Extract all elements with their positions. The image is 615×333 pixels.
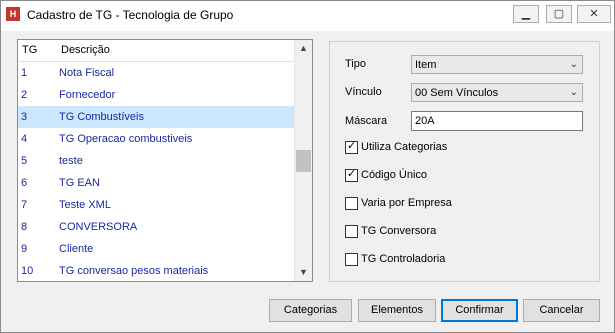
list-row[interactable]: 8 CONVERSORA — [18, 216, 296, 238]
close-button[interactable]: ✕ — [577, 5, 611, 23]
list-row[interactable]: 4 TG Operacao combustiveis — [18, 128, 296, 150]
row-descricao: teste — [59, 155, 83, 167]
list-row[interactable]: 9 Cliente — [18, 238, 296, 260]
list-row[interactable]: 1 Nota Fiscal — [18, 62, 296, 84]
row-tg: 7 — [21, 199, 28, 211]
checkbox-box[interactable]: ✓ — [345, 168, 358, 182]
row-descricao: CONVERSORA — [59, 221, 138, 233]
row-tg: 2 — [21, 89, 28, 101]
column-header-tg[interactable]: TG — [22, 44, 37, 56]
tipo-label: Tipo — [345, 58, 366, 70]
chevron-down-icon[interactable]: ⌄ — [570, 87, 578, 98]
tipo-value: Item — [415, 59, 437, 71]
column-header-descricao[interactable]: Descrição — [61, 44, 110, 56]
checkbox-box[interactable] — [345, 225, 358, 238]
chevron-down-icon[interactable]: ⌄ — [570, 59, 578, 70]
row-tg: 3 — [21, 111, 28, 123]
row-descricao: Nota Fiscal — [59, 67, 115, 79]
checkbox-label: TG Controladoria — [361, 253, 446, 265]
checkbox-box[interactable]: ✓ — [345, 140, 358, 154]
vinculo-select[interactable]: 00 Sem Vínculos ⌄ — [411, 83, 583, 102]
list-row[interactable]: 7 Teste XML — [18, 194, 296, 216]
row-descricao: TG conversao pesos materiais — [59, 265, 209, 277]
row-descricao: TG EAN — [59, 177, 100, 189]
checkbox-label: Código Único — [361, 169, 428, 181]
list-row[interactable]: 10 TG conversao pesos materiais — [18, 260, 296, 281]
row-descricao: TG Combustíveis — [59, 111, 144, 123]
mascara-input[interactable]: 20A — [411, 111, 583, 131]
categorias-button[interactable]: Categorias — [269, 299, 352, 322]
row-descricao: Teste XML — [59, 199, 111, 211]
checkbox-box[interactable] — [345, 253, 358, 266]
list-row[interactable]: 6 TG EAN — [18, 172, 296, 194]
check-icon: ✓ — [347, 140, 357, 152]
checkbox-label: Varia por Empresa — [361, 197, 452, 209]
row-tg: 5 — [21, 155, 28, 167]
vinculo-value: 00 Sem Vínculos — [415, 87, 499, 99]
window-title: Cadastro de TG - Tecnologia de Grupo — [27, 8, 234, 22]
minimize-button[interactable]: ▁ — [513, 5, 539, 23]
checkbox-label: TG Conversora — [361, 225, 437, 237]
app-logo-icon: H — [6, 7, 20, 21]
checkbox-box[interactable] — [345, 197, 358, 210]
scroll-up-icon[interactable]: ▲ — [295, 40, 312, 57]
row-descricao: TG Operacao combustiveis — [59, 133, 193, 145]
checkbox-label: Utiliza Categorias — [361, 141, 448, 153]
list-scrollbar[interactable]: ▲ ▼ — [294, 40, 312, 281]
cancelar-button[interactable]: Cancelar — [523, 299, 600, 322]
row-descricao: Fornecedor — [59, 89, 116, 101]
vinculo-label: Vínculo — [345, 86, 382, 98]
mascara-label: Máscara — [345, 115, 388, 127]
list-row[interactable]: 5 teste — [18, 150, 296, 172]
mascara-value: 20A — [415, 115, 435, 127]
list-rows: 1 Nota Fiscal 2 Fornecedor 3 TG Combustívei… — [18, 62, 296, 281]
list-header: TG Descrição — [18, 40, 296, 62]
row-tg: 4 — [21, 133, 28, 145]
tg-list[interactable]: TG Descrição 1 Nota Fiscal 2 Fornecedor 3 T… — [17, 39, 313, 282]
elementos-button[interactable]: Elementos — [358, 299, 436, 322]
row-tg: 1 — [21, 67, 28, 79]
list-row[interactable]: 3 TG Combustíveis — [18, 106, 296, 128]
dialog-window: H Cadastro de TG - Tecnologia de Grupo ▁… — [0, 0, 615, 333]
properties-panel — [329, 41, 600, 282]
row-tg: 6 — [21, 177, 28, 189]
scroll-thumb[interactable] — [296, 150, 311, 172]
row-tg: 10 — [21, 265, 34, 277]
row-tg: 8 — [21, 221, 28, 233]
maximize-button[interactable]: ▢ — [546, 5, 572, 23]
confirmar-button[interactable]: Confirmar — [441, 299, 518, 322]
row-tg: 9 — [21, 243, 28, 255]
scroll-down-icon[interactable]: ▼ — [295, 264, 312, 281]
tipo-select[interactable]: Item ⌄ — [411, 55, 583, 74]
row-descricao: Cliente — [59, 243, 94, 255]
check-icon: ✓ — [347, 168, 357, 180]
title-bar: H Cadastro de TG - Tecnologia de Grupo ▁… — [1, 1, 614, 31]
list-row[interactable]: 2 Fornecedor — [18, 84, 296, 106]
